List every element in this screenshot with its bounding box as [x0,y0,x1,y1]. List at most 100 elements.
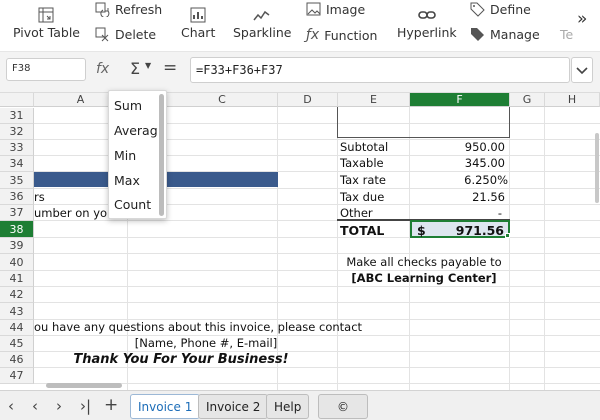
chart-button[interactable]: Chart [181,7,215,40]
delete-button[interactable]: Delete [95,27,156,42]
other-label: Other [340,206,373,220]
row-header[interactable]: 36 [0,189,34,205]
row-header[interactable]: 44 [0,320,34,336]
row-gridline [34,253,600,254]
total-value[interactable]: 971.56 [420,223,504,238]
vertical-scrollbar[interactable] [595,133,599,203]
other-value[interactable]: - [410,206,502,220]
last-sheet-icon[interactable]: ›| [80,397,91,415]
add-sheet-icon[interactable]: + [104,395,118,415]
define-button[interactable]: Define [470,2,531,17]
delete-icon [95,27,109,42]
row-header[interactable]: 47 [0,368,34,384]
hyperlink-label: Hyperlink [397,25,457,40]
row-header[interactable]: 31 [0,108,34,124]
row-header[interactable]: 35 [0,172,34,189]
row-header[interactable]: 43 [0,303,34,320]
column-header-g[interactable]: G [510,93,545,107]
toolbar: Pivot Table Refresh Delete Chart Sparkli… [0,0,600,52]
row-header[interactable]: 32 [0,124,34,140]
tab-copyright[interactable]: © [318,394,368,419]
row-header[interactable]: 42 [0,287,34,303]
first-sheet-icon[interactable]: ‹ [8,397,14,415]
pivot-table-button[interactable]: Pivot Table [13,7,80,40]
menu-item-min[interactable]: Min [114,148,136,163]
equals-icon[interactable]: = [163,58,177,78]
menu-item-max[interactable]: Max [114,173,140,188]
row-header[interactable]: 34 [0,156,34,172]
delete-label: Delete [115,27,157,42]
taxrate-value[interactable]: 6.250% [410,173,508,187]
taxable-label: Taxable [340,156,384,170]
corner-cell[interactable] [0,93,34,107]
tag-icon [470,2,485,17]
autosum-dropdown-icon[interactable]: ▼ [145,61,151,70]
row-gridline [34,286,600,287]
row-header[interactable]: 37 [0,205,34,221]
column-header-e[interactable]: E [338,93,410,107]
image-button[interactable]: Image [306,2,365,17]
more-label: Te [560,27,574,42]
row-header[interactable]: 39 [0,238,34,254]
refresh-icon [95,2,110,17]
image-label: Image [326,2,366,17]
manage-button[interactable]: Manage [470,27,540,42]
column-header-c[interactable]: C [167,93,278,107]
row-header[interactable]: 45 [0,336,34,352]
overflow-chevron-icon[interactable]: » [577,9,587,29]
column-header-d[interactable]: D [278,93,338,107]
taxable-value[interactable]: 345.00 [410,156,505,170]
function-label: Function [324,27,378,43]
row-header[interactable]: 41 [0,271,34,287]
summary-box-border [337,107,510,138]
manage-label: Manage [490,27,540,42]
define-label: Define [490,2,531,17]
cell-a37[interactable]: umber on you [34,206,114,220]
row-header[interactable]: 38 [0,221,34,238]
row-header[interactable]: 46 [0,352,34,368]
menu-item-sum[interactable]: Sum [114,98,142,113]
row-gridline [34,220,600,221]
tab-invoice-2[interactable]: Invoice 2 [198,394,269,419]
autosum-menu: Sum Averag Min Max Count [108,90,167,219]
refresh-label: Refresh [115,2,163,17]
taxrate-label: Tax rate [340,173,386,187]
formula-input[interactable]: =F33+F36+F37 [190,57,570,83]
sparkline-button[interactable]: Sparkline [233,7,291,40]
link-icon [418,11,436,19]
row-header[interactable]: 40 [0,254,34,271]
taxdue-label: Tax due [340,190,385,204]
row-header[interactable]: 33 [0,140,34,156]
refresh-button[interactable]: Refresh [95,2,162,17]
row-gridline [34,302,600,303]
sparkline-label: Sparkline [233,25,292,40]
chart-icon [190,7,206,23]
tab-help[interactable]: Help [266,394,310,419]
horizontal-scrollbar[interactable] [46,383,122,388]
menu-item-count[interactable]: Count [114,197,151,212]
fill-handle[interactable] [505,233,510,238]
column-header-h[interactable]: H [545,93,600,107]
questions-text: ou have any questions about this invoice… [34,320,363,334]
column-header-f[interactable]: F [410,93,510,107]
cell-a36[interactable]: rs [34,190,45,204]
fx-icon[interactable]: fx [96,61,109,77]
name-box[interactable]: F38 [6,58,86,81]
company-name-text: [ABC Learning Center] [351,271,497,285]
taxdue-value[interactable]: 21.56 [410,190,505,204]
autosum-icon[interactable]: Σ [130,59,140,78]
tab-invoice-1[interactable]: Invoice 1 [130,394,201,419]
subtotal-label: Subtotal [340,140,389,154]
row-gridline [34,270,600,271]
next-sheet-icon[interactable]: › [56,397,62,415]
contact-text: [Name, Phone #, E-mail] [134,336,278,350]
sheet-tab-bar: ‹ ‹ › ›| + Invoice 1 Invoice 2 Help © [0,390,600,420]
spreadsheet-grid[interactable]: A C D E F G H 31 32 33 34 35 36 37 38 39 40 41 42 43… [0,93,600,390]
menu-item-average[interactable]: Averag [114,123,158,138]
hyperlink-button[interactable]: Hyperlink [397,7,457,40]
formula-expand-button[interactable] [571,57,593,83]
subtotal-value[interactable]: 950.00 [410,140,505,154]
menu-scrollbar[interactable] [159,94,164,216]
function-button[interactable]: ƒx Function [306,27,377,43]
prev-sheet-icon[interactable]: ‹ [32,397,38,415]
